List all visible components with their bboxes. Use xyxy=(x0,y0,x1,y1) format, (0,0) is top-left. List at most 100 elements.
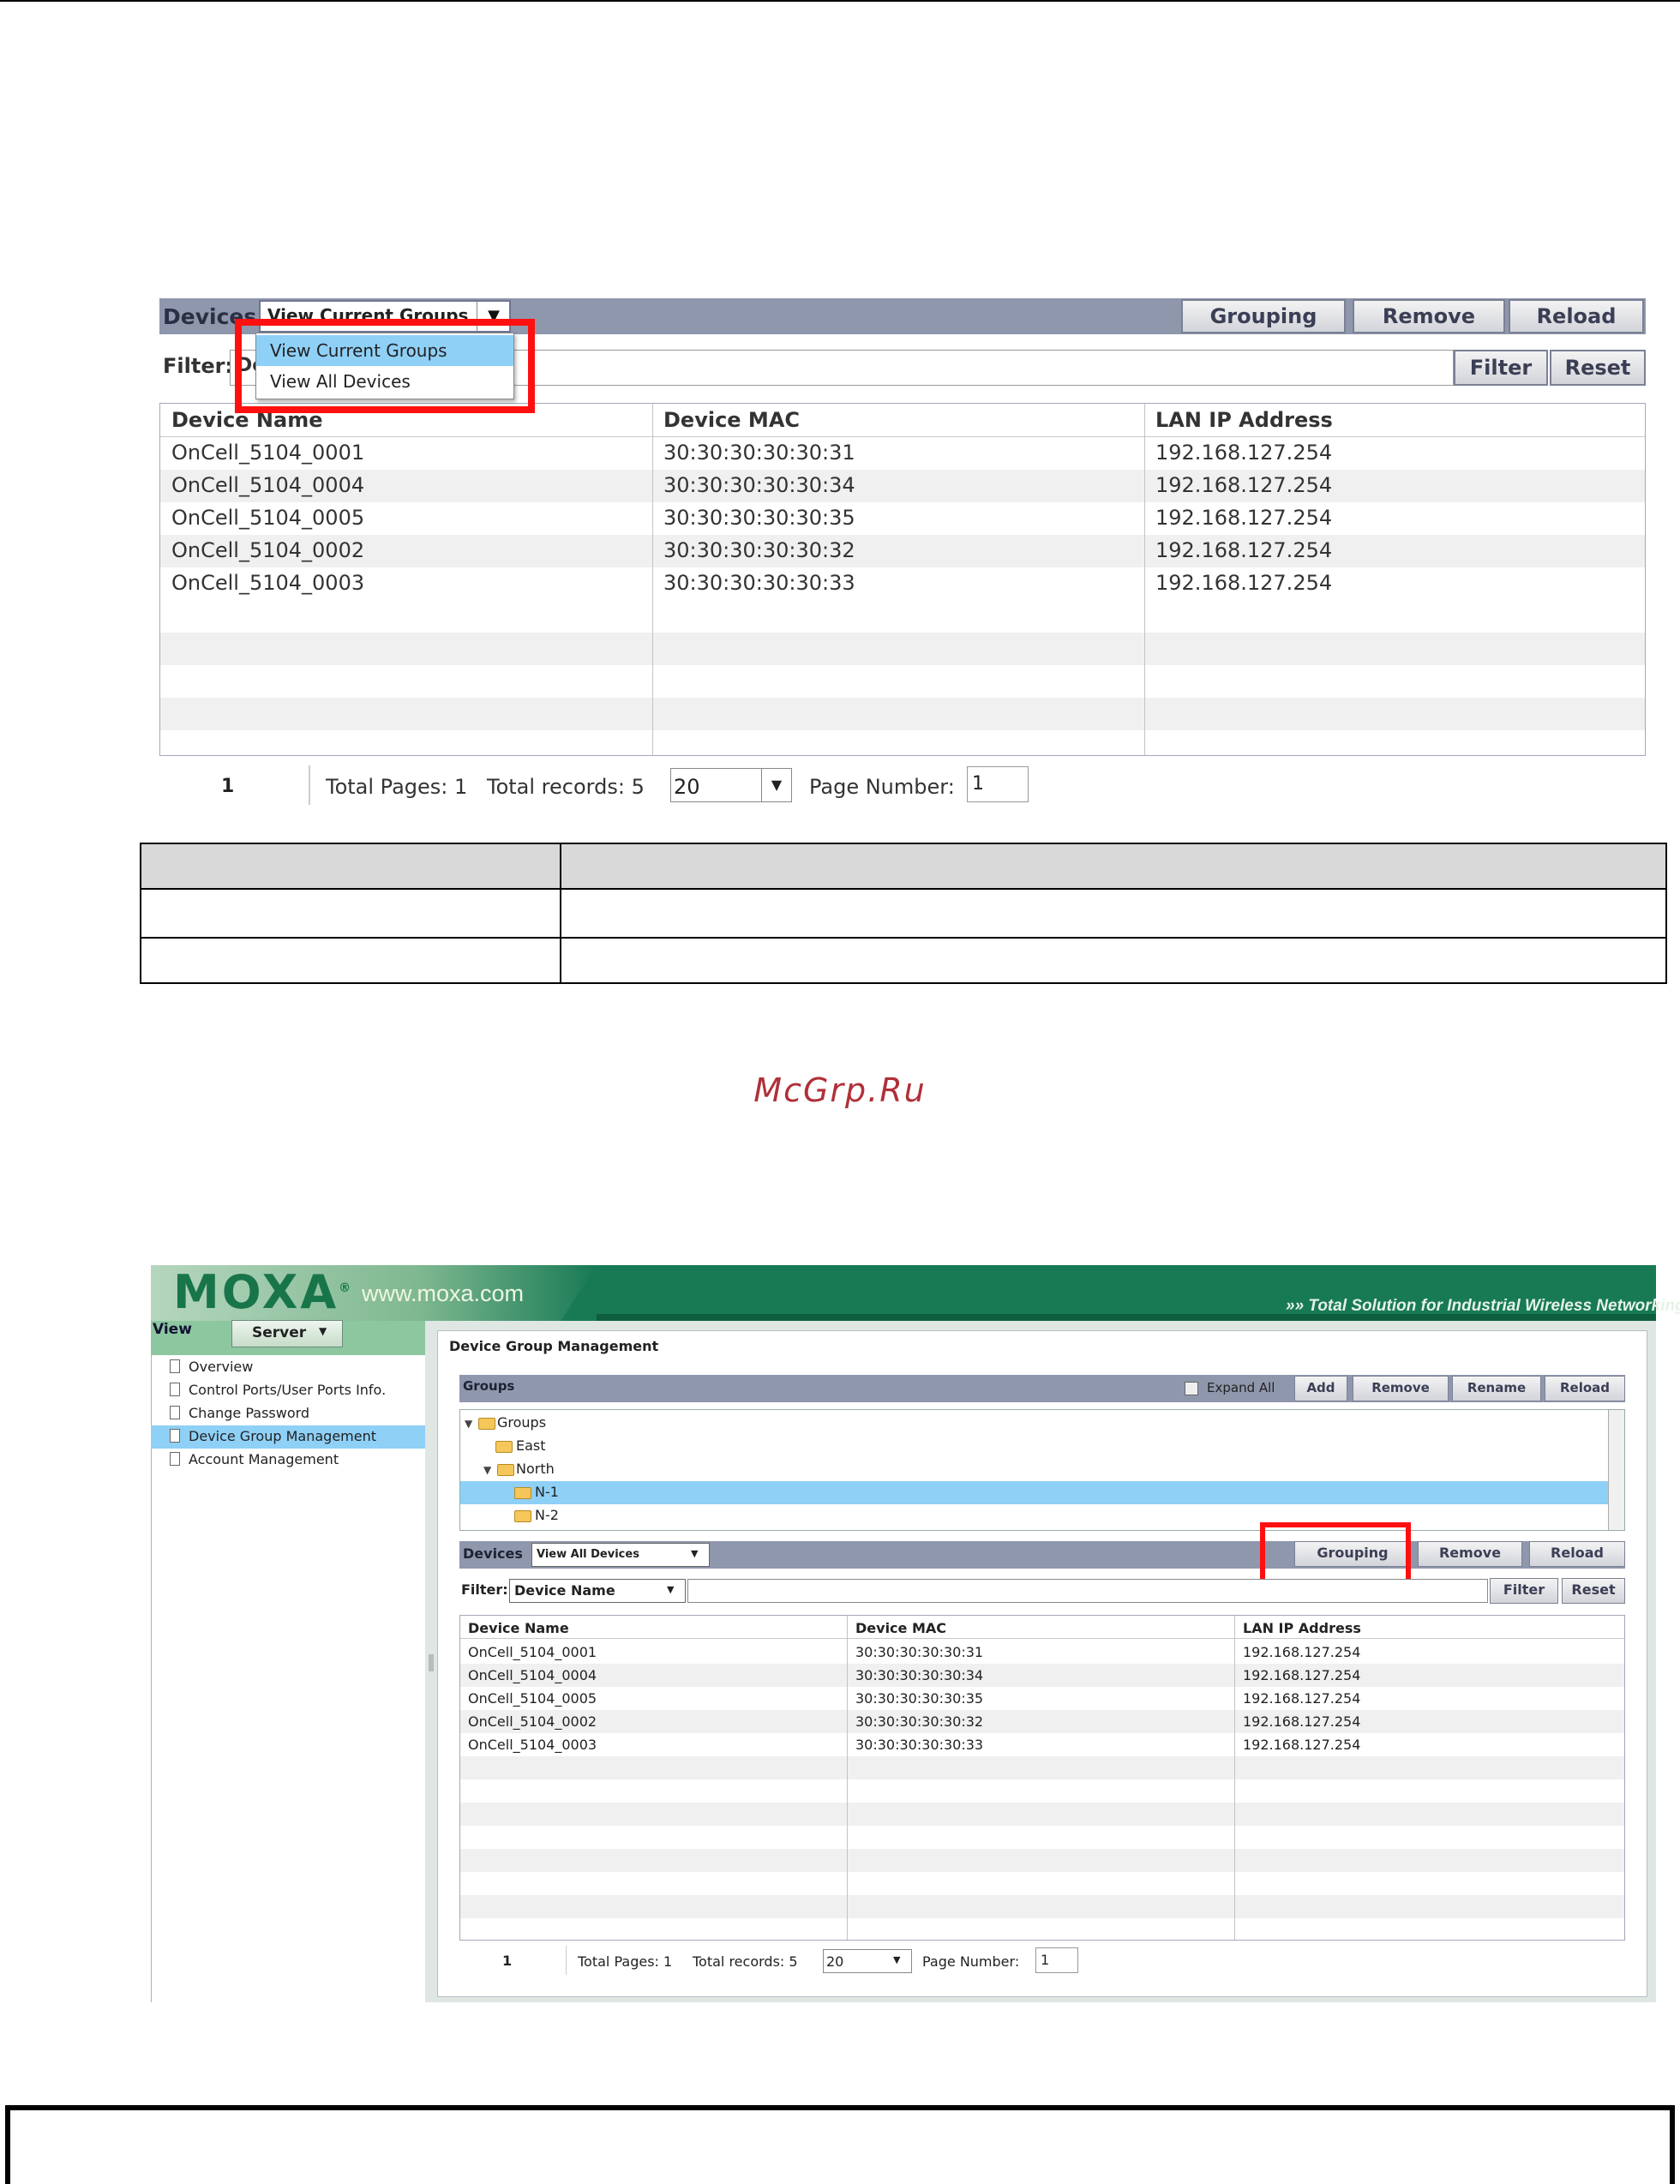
grouping-button[interactable]: Grouping xyxy=(1181,299,1346,333)
groups-remove-button[interactable]: Remove xyxy=(1353,1376,1449,1401)
cell-device-mac: 30:30:30:30:30:33 xyxy=(855,1737,984,1753)
pager-total-records: Total records: 5 xyxy=(693,1953,798,1970)
page-icon xyxy=(170,1359,180,1373)
table-row[interactable]: OnCell_5104_0005 30:30:30:30:30:35 192.1… xyxy=(460,1687,1624,1710)
cell-lan-ip: 192.168.127.254 xyxy=(1155,538,1333,562)
filter-field-value: Device Name xyxy=(514,1582,615,1599)
column-header-device-mac[interactable]: Device MAC xyxy=(663,408,800,432)
folder-icon xyxy=(514,1510,531,1522)
reset-button[interactable]: Reset xyxy=(1562,1578,1625,1604)
column-header-device-name[interactable]: Device Name xyxy=(468,1620,569,1636)
cell-lan-ip: 192.168.127.254 xyxy=(1155,473,1333,497)
tree-item-north[interactable]: ▼ North xyxy=(483,1461,555,1477)
sidebar-item-label: Account Management xyxy=(189,1451,339,1467)
cell-lan-ip: 192.168.127.254 xyxy=(1243,1713,1361,1730)
empty-row xyxy=(460,1756,1624,1779)
filter-label: Filter: xyxy=(163,354,234,378)
cell-device-name: OnCell_5104_0003 xyxy=(468,1737,597,1753)
column-divider xyxy=(652,404,653,755)
devices-reload-button[interactable]: Reload xyxy=(1529,1541,1625,1567)
column-header-lan-ip[interactable]: LAN IP Address xyxy=(1243,1620,1361,1636)
chevron-down-icon[interactable]: ▼ xyxy=(667,1584,674,1595)
cell-device-name: OnCell_5104_0003 xyxy=(171,571,365,595)
expand-all-checkbox[interactable] xyxy=(1185,1382,1198,1395)
description-table-divider xyxy=(141,937,1665,939)
pager-divider xyxy=(309,765,310,805)
sidebar-item-change-password[interactable]: Change Password xyxy=(151,1402,425,1425)
devices-remove-button[interactable]: Remove xyxy=(1418,1541,1522,1567)
empty-row xyxy=(460,1849,1624,1872)
sidebar-item-overview[interactable]: Overview xyxy=(151,1356,425,1379)
table-row[interactable]: OnCell_5104_0002 30:30:30:30:30:32 192.1… xyxy=(460,1710,1624,1733)
moxa-logo: MOXA® xyxy=(173,1265,354,1319)
expand-arrow-icon[interactable]: ▼ xyxy=(465,1418,472,1430)
empty-row xyxy=(460,1803,1624,1826)
filter-input[interactable] xyxy=(687,1579,1488,1603)
sidebar-item-label: Change Password xyxy=(189,1405,310,1421)
page-number-value: 1 xyxy=(1041,1952,1050,1968)
sidebar-item-account-management[interactable]: Account Management xyxy=(151,1449,425,1472)
sidebar-item-label: Control Ports/User Ports Info. xyxy=(189,1382,387,1398)
page-number-label: Page Number: xyxy=(922,1953,1020,1970)
cell-lan-ip: 192.168.127.254 xyxy=(1243,1690,1361,1707)
add-button[interactable]: Add xyxy=(1294,1376,1347,1401)
watermark: McGrp.Ru xyxy=(753,1071,927,1109)
page-icon xyxy=(170,1429,180,1443)
table-row[interactable]: OnCell_5104_0002 30:30:30:30:30:32 192.1… xyxy=(160,535,1645,567)
pager-current-page[interactable]: 1 xyxy=(502,1953,512,1969)
footer-frame xyxy=(5,2105,1675,2184)
page-number-value: 1 xyxy=(972,773,984,795)
tree-scrollbar[interactable] xyxy=(1608,1410,1624,1530)
chevron-down-icon[interactable]: ▼ xyxy=(761,769,791,801)
sidebar-item-device-group-management[interactable]: Device Group Management xyxy=(151,1425,425,1449)
filter-button[interactable]: Filter xyxy=(1490,1578,1558,1604)
cell-lan-ip: 192.168.127.254 xyxy=(1243,1737,1361,1753)
expand-arrow-icon[interactable]: ▼ xyxy=(483,1464,491,1476)
highlight-box xyxy=(235,319,535,413)
table-row[interactable]: OnCell_5104_0001 30:30:30:30:30:31 192.1… xyxy=(160,437,1645,470)
rename-button[interactable]: Rename xyxy=(1452,1376,1541,1401)
chevron-down-icon[interactable]: ▼ xyxy=(893,1954,900,1965)
column-divider xyxy=(1144,404,1145,755)
cell-device-name: OnCell_5104_0004 xyxy=(171,473,365,497)
page-icon xyxy=(170,1383,180,1396)
page-size-value: 20 xyxy=(674,775,700,799)
cell-lan-ip: 192.168.127.254 xyxy=(1155,506,1333,530)
description-table-column-divider xyxy=(560,844,561,982)
sidebar-item-control-ports[interactable]: Control Ports/User Ports Info. xyxy=(151,1379,425,1402)
chevron-down-icon[interactable]: ▼ xyxy=(691,1548,698,1559)
groups-tree xyxy=(459,1409,1625,1531)
table-row[interactable]: OnCell_5104_0001 30:30:30:30:30:31 192.1… xyxy=(460,1641,1624,1664)
cell-device-name: OnCell_5104_0002 xyxy=(468,1713,597,1730)
filter-button[interactable]: Filter xyxy=(1454,350,1548,386)
column-header-device-mac[interactable]: Device MAC xyxy=(855,1620,946,1636)
pager-divider xyxy=(566,1946,567,1975)
cell-device-mac: 30:30:30:30:30:31 xyxy=(855,1644,984,1660)
pager-current-page[interactable]: 1 xyxy=(221,776,234,797)
reset-button[interactable]: Reset xyxy=(1550,350,1646,386)
cell-device-mac: 30:30:30:30:30:35 xyxy=(663,506,855,530)
groups-reload-button[interactable]: Reload xyxy=(1545,1376,1625,1401)
view-label: View xyxy=(153,1321,192,1338)
cell-device-name: OnCell_5104_0005 xyxy=(171,506,365,530)
table-row[interactable]: OnCell_5104_0005 30:30:30:30:30:35 192.1… xyxy=(160,502,1645,535)
folder-icon xyxy=(495,1441,513,1453)
table-row[interactable]: OnCell_5104_0003 30:30:30:30:30:33 192.1… xyxy=(460,1733,1624,1756)
chevron-down-icon[interactable]: ▼ xyxy=(319,1325,327,1337)
table-row[interactable]: OnCell_5104_0004 30:30:30:30:30:34 192.1… xyxy=(160,470,1645,502)
splitter-handle[interactable] xyxy=(429,1654,434,1671)
reload-button[interactable]: Reload xyxy=(1509,299,1644,333)
tree-item-groups[interactable]: ▼ Groups xyxy=(465,1414,546,1431)
cell-device-name: OnCell_5104_0001 xyxy=(171,441,365,465)
empty-row xyxy=(160,698,1645,730)
page-number-label: Page Number: xyxy=(809,775,955,799)
table-row[interactable]: OnCell_5104_0004 30:30:30:30:30:34 192.1… xyxy=(460,1664,1624,1687)
remove-button[interactable]: Remove xyxy=(1353,299,1505,333)
column-header-lan-ip[interactable]: LAN IP Address xyxy=(1155,408,1333,432)
cell-device-mac: 30:30:30:30:30:35 xyxy=(855,1690,984,1707)
table-row[interactable]: OnCell_5104_0003 30:30:30:30:30:33 192.1… xyxy=(160,567,1645,600)
cell-device-mac: 30:30:30:30:30:31 xyxy=(663,441,855,465)
filter-label: Filter: xyxy=(461,1581,508,1598)
cell-device-mac: 30:30:30:30:30:34 xyxy=(855,1667,984,1683)
top-rule xyxy=(0,0,1680,2)
